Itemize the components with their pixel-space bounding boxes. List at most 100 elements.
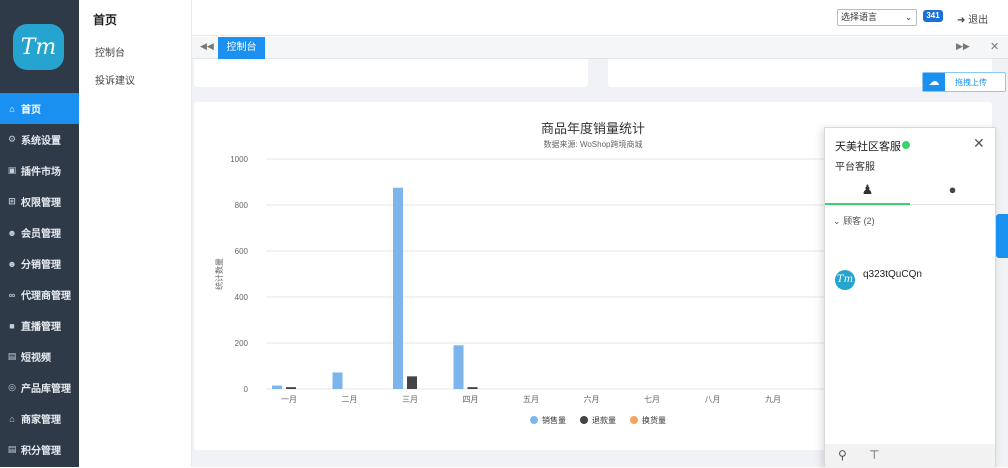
- search-icon[interactable]: ⚲: [838, 448, 847, 462]
- top-bar: 选择语言 ⌄ 341 ➜ 退出: [192, 0, 1008, 36]
- sub-navigation: 首页 控制台 投诉建议: [79, 0, 192, 467]
- y-tick-label: 400: [235, 293, 249, 302]
- chevron-down-icon: ⌄: [833, 216, 841, 226]
- sidebar-item-6[interactable]: ∞ 代理商管理: [0, 279, 79, 310]
- sidebar-item-3[interactable]: ⊞ 权限管理: [0, 186, 79, 217]
- globe-icon: ◎: [8, 382, 16, 392]
- sidebar-item-7[interactable]: ■ 直播管理: [0, 310, 79, 341]
- tab-dashboard[interactable]: 控制台: [218, 37, 265, 59]
- bar-销售量-四月: [453, 345, 464, 389]
- logout-button[interactable]: ➜ 退出: [957, 11, 988, 26]
- gear-icon: ⚙: [7, 134, 17, 144]
- close-tabs-icon[interactable]: ✕: [990, 40, 999, 53]
- sidebar-item-10[interactable]: ⌂ 商家管理: [0, 403, 79, 434]
- language-select[interactable]: 选择语言 ⌄: [837, 9, 917, 26]
- online-status-dot: [902, 141, 910, 149]
- sidebar-item-label: 代理商管理: [21, 291, 71, 302]
- y-axis-label: 统计数量: [214, 258, 224, 290]
- sidebar-item-5[interactable]: ☻ 分销管理: [0, 248, 79, 279]
- bar-退款量-一月: [286, 387, 296, 389]
- file-icon: ▤: [7, 444, 17, 454]
- sidebar-item-9[interactable]: ◎ 产品库管理: [0, 372, 79, 403]
- sidebar-item-8[interactable]: ▤ 短视频: [0, 341, 79, 372]
- sidebar-item-label: 插件市场: [21, 167, 61, 178]
- side-edge-tab[interactable]: [996, 214, 1008, 258]
- visitor-group-count: (2): [863, 216, 875, 226]
- y-tick-label: 600: [235, 247, 249, 256]
- sidebar-item-0[interactable]: ⌂ 首页: [0, 93, 79, 124]
- x-tick-label: 七月: [644, 395, 660, 404]
- sidebar-item-label: 首页: [21, 105, 41, 116]
- x-tick-label: 九月: [765, 395, 781, 404]
- sidebar-item-label: 系统设置: [21, 136, 61, 147]
- file-icon: ▤: [7, 351, 17, 361]
- x-tick-label: 五月: [523, 395, 539, 404]
- visitor-group-label: 顾客: [843, 216, 862, 226]
- sidebar-item-label: 产品库管理: [21, 384, 71, 395]
- plugin-icon: ▣: [7, 165, 17, 175]
- visitor-group-header[interactable]: ⌄ 顾客 (2): [833, 214, 875, 227]
- language-select-value: 选择语言: [841, 12, 878, 22]
- app-logo: Tm: [13, 24, 64, 70]
- visitor-name: q323tQuCQn: [863, 269, 922, 280]
- user-icon[interactable]: ♟: [825, 178, 910, 205]
- chat-title: 天美社区客服: [835, 141, 901, 153]
- share-icon: ∞: [8, 289, 16, 300]
- sidebar-item-11[interactable]: ▤ 积分管理: [0, 434, 79, 465]
- y-tick-label: 1000: [230, 155, 248, 164]
- sidebar-item-2[interactable]: ▣ 插件市场: [0, 155, 79, 186]
- bar-退款量-四月: [467, 387, 478, 389]
- drag-upload-button[interactable]: ☁ 拖拽上传: [922, 72, 1006, 92]
- x-tick-label: 三月: [402, 395, 418, 404]
- bank-icon: ⌂: [9, 413, 15, 424]
- sidebar-item-4[interactable]: ☻ 会员管理: [0, 217, 79, 248]
- bar-销售量-二月: [332, 372, 343, 389]
- x-tick-label: 八月: [705, 395, 721, 404]
- sidebar-item-label: 短视频: [21, 353, 51, 364]
- chat-bubble-icon[interactable]: ●: [910, 178, 995, 205]
- home-icon: ⌂: [9, 103, 15, 114]
- legend-label: 销售量: [542, 415, 566, 425]
- subnav-item-dashboard[interactable]: 控制台: [95, 44, 125, 59]
- chat-subtitle: 平台客服: [835, 162, 875, 173]
- users-icon: ☻: [7, 258, 17, 269]
- logout-label: 退出: [968, 15, 989, 26]
- video-icon: ■: [9, 320, 15, 331]
- legend-label: 退款量: [592, 415, 616, 425]
- sidebar-item-1[interactable]: ⚙ 系统设置: [0, 124, 79, 155]
- stats-card-left: [194, 59, 588, 87]
- bar-退款量-三月: [407, 376, 417, 389]
- tabs-scroll-left-icon[interactable]: ◀◀: [200, 41, 214, 52]
- y-tick-label: 200: [235, 339, 249, 348]
- sidebar-item-label: 直播管理: [21, 322, 61, 333]
- sidebar-item-label: 会员管理: [21, 229, 61, 240]
- customer-service-panel: 天美社区客服 ✕ 平台客服 ♟ ● ⌄ 顾客 (2) Tm q323tQuCQn…: [824, 127, 996, 468]
- legend-marker: [580, 416, 588, 424]
- tabs-scroll-right-icon[interactable]: ▶▶: [956, 41, 970, 52]
- y-tick-label: 800: [235, 201, 249, 210]
- bar-销售量-一月: [272, 385, 282, 389]
- sidebar-item-label: 分销管理: [21, 260, 61, 271]
- tab-bar: ◀◀ 控制台 ▶▶ ✕: [192, 37, 1008, 59]
- drag-upload-label: 拖拽上传: [955, 78, 987, 87]
- chevron-down-icon: ⌄: [905, 13, 912, 22]
- sidebar: Tm ⌂ 首页 ⚙ 系统设置 ▣ 插件市场 ⊞ 权限管理 ☻ 会员管理 ☻ 分销管理 ∞ 代理商管理 ■ 直播…: [0, 0, 79, 467]
- y-tick-label: 0: [244, 385, 249, 394]
- chat-tabs: ♟ ●: [825, 178, 995, 205]
- sidebar-item-label: 积分管理: [21, 446, 61, 457]
- x-tick-label: 四月: [463, 395, 479, 404]
- x-tick-label: 二月: [342, 395, 358, 404]
- legend-label: 换货量: [642, 415, 666, 425]
- subnav-item-complaints[interactable]: 投诉建议: [95, 72, 135, 87]
- shirt-icon[interactable]: ⊤: [869, 448, 879, 462]
- visitor-list-item[interactable]: Tm q323tQuCQn: [835, 267, 985, 290]
- subnav-title: 首页: [93, 13, 118, 27]
- bar-销售量-三月: [393, 187, 403, 389]
- legend-marker: [530, 416, 538, 424]
- x-tick-label: 六月: [584, 394, 600, 404]
- notification-badge[interactable]: 341: [923, 10, 943, 22]
- legend-marker: [630, 416, 638, 424]
- users-icon: ☻: [7, 227, 17, 238]
- avatar: Tm: [835, 270, 855, 290]
- close-icon[interactable]: ✕: [973, 135, 985, 152]
